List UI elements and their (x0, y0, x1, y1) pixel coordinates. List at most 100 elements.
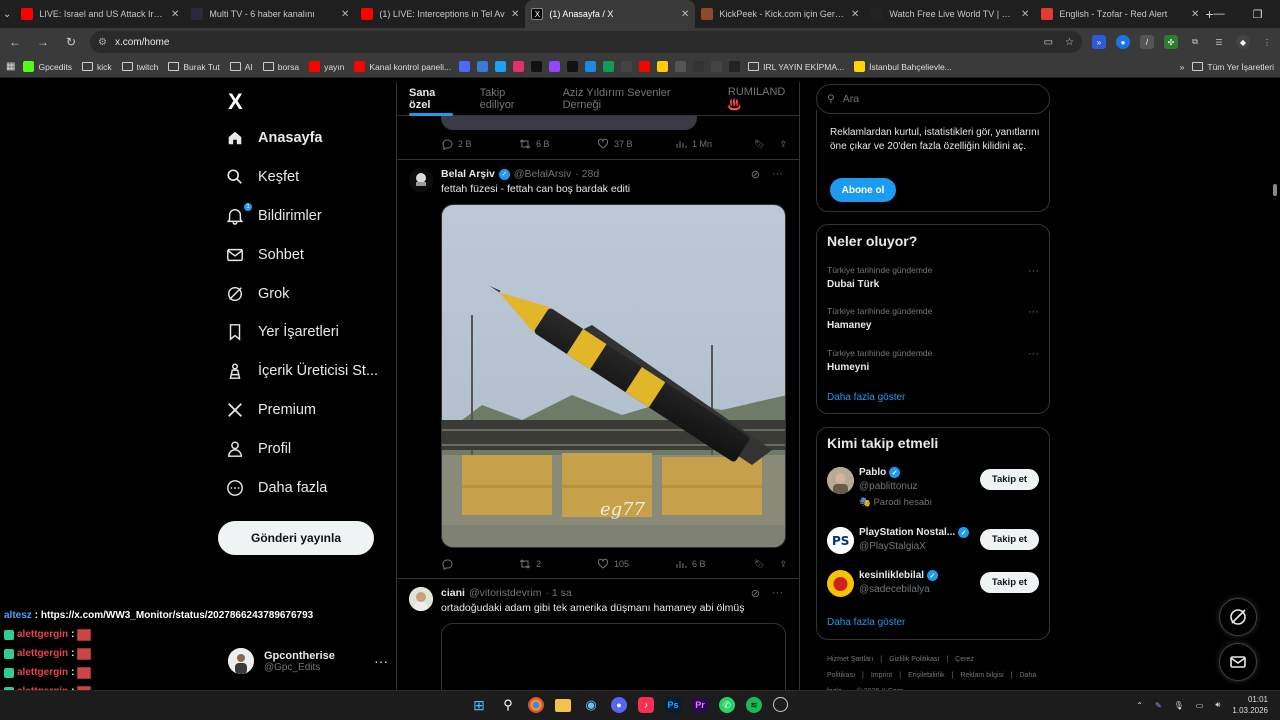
tweet-author-name[interactable]: ciani (441, 587, 465, 599)
search-icon[interactable]: ⚲ (499, 695, 517, 715)
grok-fab[interactable] (1219, 598, 1257, 636)
chrome-icon[interactable] (528, 697, 544, 713)
cast-icon[interactable]: ▭ (1044, 37, 1053, 48)
tray-app-icon[interactable]: ✎ (1155, 701, 1162, 710)
bookmark-item[interactable]: twitch (121, 62, 158, 72)
avatar[interactable]: PS (827, 527, 854, 554)
bookmark-favicon-icon[interactable] (585, 61, 597, 72)
tweet-author-handle[interactable]: @BelalArsiv (514, 168, 571, 180)
more-icon[interactable]: ··· (374, 653, 388, 669)
views-button[interactable]: 1 Mn (675, 138, 753, 150)
bookmark-item[interactable]: Kanal kontrol paneli... (354, 61, 451, 72)
nav-item-person[interactable]: Profil (226, 433, 291, 465)
bookmark-favicon-icon[interactable] (711, 61, 723, 72)
more-icon[interactable]: ··· (1028, 265, 1039, 277)
bookmark-favicon-icon[interactable] (693, 61, 705, 72)
bookmark-item[interactable]: IRL YAYIN EKİPMA... (748, 62, 844, 72)
more-icon[interactable]: ··· (772, 587, 783, 600)
post-button[interactable]: Gönderi yayınla (218, 521, 374, 555)
show-more-link[interactable]: Daha fazla göster (827, 617, 905, 628)
bookmark-item[interactable]: Burak Tut (168, 62, 220, 72)
browser-tab[interactable]: LIVE: Israel and US Attack Iran - ✕ (15, 0, 185, 28)
address-bar[interactable]: ⚙ x.com/home ▭ ☆ (90, 31, 1082, 53)
repost-button[interactable]: 2 (519, 558, 597, 570)
bookmark-favicon-icon[interactable] (567, 61, 579, 72)
chat-username[interactable]: alettgergin (17, 667, 68, 678)
browser-tab[interactable]: KickPeek - Kick.com için Gerçek ✕ (695, 0, 865, 28)
network-icon[interactable]: ▭ (1196, 701, 1204, 710)
subscribe-button[interactable]: Abone ol (830, 178, 896, 202)
bookmark-item[interactable]: AI (229, 62, 253, 72)
system-clock[interactable]: 01:01 1.03.2026 (1232, 694, 1268, 716)
bookmark-item[interactable]: yayın (309, 61, 344, 72)
browser-tab[interactable]: (1) LIVE: Interceptions in Tel Av ✕ (355, 0, 525, 28)
follow-button[interactable]: Takip et (980, 572, 1039, 593)
timeline-tab[interactable]: Aziz Yıldırım Sevenler Derneği (563, 87, 706, 111)
show-more-link[interactable]: Daha fazla göster (827, 392, 905, 403)
tab-close-icon[interactable]: ✕ (1191, 9, 1199, 20)
bookmark-item[interactable]: kick (82, 62, 112, 72)
previous-tweet-media[interactable] (441, 116, 697, 130)
chat-username[interactable]: alettgergin (17, 648, 68, 659)
follow-name[interactable]: kesinliklebilal ✓ (859, 570, 939, 581)
extensions-puzzle-icon[interactable]: ⧉ (1188, 35, 1202, 49)
like-button[interactable]: 37 B (597, 138, 675, 150)
bookmark-favicon-icon[interactable] (657, 61, 669, 72)
minimize-icon[interactable]: — (1214, 8, 1225, 21)
bookmark-favicon-icon[interactable] (531, 61, 543, 72)
timeline-tab[interactable]: Sana özel (409, 87, 458, 111)
browser-tab[interactable]: Multi TV - 6 haber kanalını ✕ (185, 0, 355, 28)
more-icon[interactable]: ··· (1028, 348, 1039, 360)
nav-item-bookmark[interactable]: Yer İşaretleri (226, 316, 339, 348)
steam-icon[interactable]: ◉ (582, 695, 600, 715)
bookmark-favicon-icon[interactable] (621, 61, 633, 72)
tweet-video[interactable] (441, 623, 786, 690)
repost-button[interactable]: 6 B (519, 138, 597, 150)
tab-close-icon[interactable]: ✕ (851, 9, 859, 20)
like-button[interactable]: 105 (597, 558, 675, 570)
bookmark-icon[interactable]: 🔖︎ (754, 559, 765, 570)
extension-icon[interactable]: ● (1116, 35, 1130, 49)
tweet-author-name[interactable]: Belal Arşiv (441, 168, 495, 180)
chat-username[interactable]: altesz (4, 610, 32, 621)
follow-name[interactable]: PlayStation Nostal... ✓ (859, 527, 970, 538)
chat-username[interactable]: alettgergin (17, 629, 68, 640)
footer-link[interactable]: Imprint (871, 672, 892, 679)
bookmark-favicon-icon[interactable] (459, 61, 471, 72)
all-bookmarks-folder[interactable]: Tüm Yer İşaretleri (1192, 62, 1274, 72)
browser-tab[interactable]: English - Tzofar - Red Alert ✕ (1035, 0, 1205, 28)
bookmark-favicon-icon[interactable] (729, 61, 741, 72)
grok-icon[interactable]: ⊘ (751, 587, 760, 600)
tweet-time[interactable]: · 28d (575, 168, 599, 180)
new-tab-button[interactable]: + (1205, 6, 1213, 22)
avatar[interactable] (409, 168, 433, 192)
bookmark-favicon-icon[interactable] (477, 61, 489, 72)
bookmark-star-icon[interactable]: ☆ (1065, 37, 1074, 48)
page-scrollbar[interactable] (1270, 82, 1280, 690)
discord-icon[interactable]: ● (611, 697, 627, 713)
x-logo-icon[interactable]: X (228, 89, 243, 115)
follow-name[interactable]: Pablo ✓ (859, 467, 901, 478)
nav-item-more-circle[interactable]: Daha fazla (226, 472, 327, 504)
follow-button[interactable]: Takip et (980, 469, 1039, 490)
timeline-tab[interactable]: Takip ediliyor (480, 87, 541, 111)
windows-start-icon[interactable]: ⊞ (470, 695, 488, 715)
microphone-icon[interactable]: 🎙︎ (1174, 701, 1184, 710)
volume-icon[interactable]: 🔊︎ (1215, 700, 1220, 710)
tab-close-icon[interactable]: ✕ (681, 9, 689, 20)
nav-item-creator[interactable]: İçerik Üreticisi St... (226, 355, 378, 387)
photoshop-icon[interactable]: Ps (665, 697, 681, 713)
restore-icon[interactable]: ❐ (1253, 8, 1263, 21)
extension-icon[interactable]: ✣ (1164, 35, 1178, 49)
extension-icon[interactable]: / (1140, 35, 1154, 49)
site-info-icon[interactable]: ⚙ (98, 37, 107, 48)
reply-button[interactable] (441, 558, 519, 570)
whatsapp-icon[interactable]: ✆ (719, 697, 735, 713)
trend-item[interactable]: Türkiye tarihinde gündemde Humeyni ··· (827, 348, 1039, 373)
follow-button[interactable]: Takip et (980, 529, 1039, 550)
tab-close-icon[interactable]: ✕ (341, 9, 349, 20)
nav-item-home[interactable]: Anasayfa (226, 122, 322, 154)
profile-avatar[interactable]: ◆ (1236, 35, 1250, 49)
bookmark-favicon-icon[interactable] (549, 61, 561, 72)
apps-grid-icon[interactable]: ▦ (6, 61, 15, 72)
